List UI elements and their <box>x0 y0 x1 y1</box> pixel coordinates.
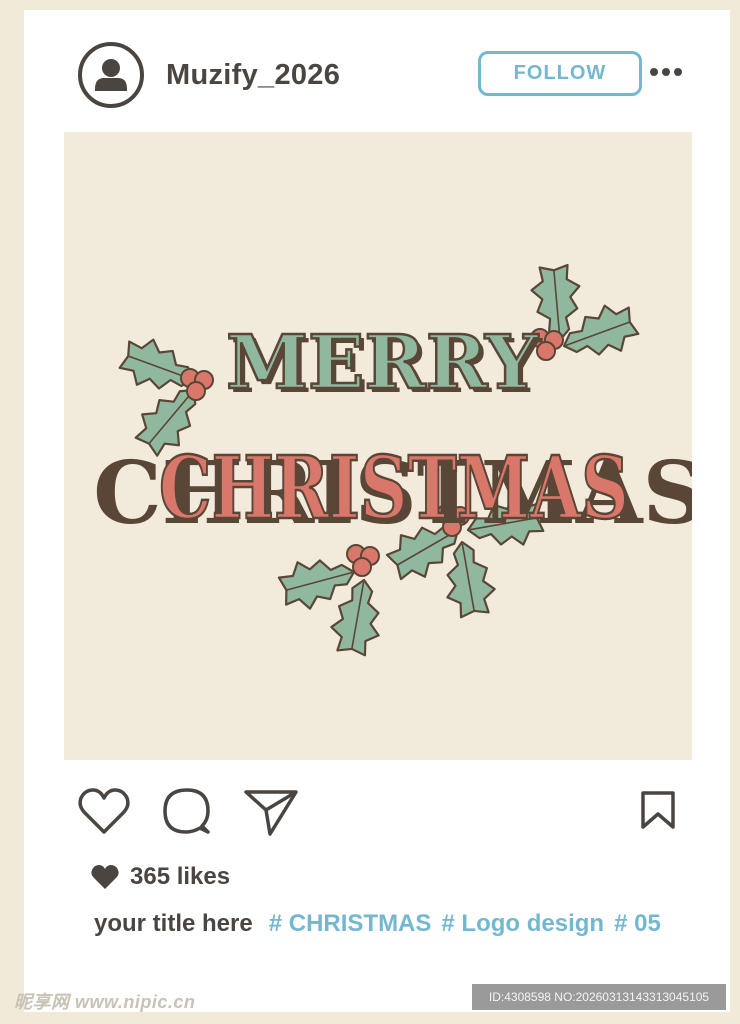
merry-christmas-artwork: MERRY MERRY CHRISTMAS CHRISTMAS <box>93 263 692 659</box>
likes-count[interactable]: 365 likes <box>130 863 230 891</box>
hashtag-logo-design[interactable]: # Logo design <box>441 910 604 938</box>
post-card: Muzify_2026 FOLLOW MERRY MERRY CHRISTMAS… <box>24 10 730 1012</box>
comment-icon[interactable] <box>162 786 212 836</box>
caption: your title here # CHRISTMAS # Logo desig… <box>94 910 671 944</box>
more-options-icon[interactable] <box>650 65 682 79</box>
caption-title: your title here <box>94 910 253 937</box>
user-avatar-icon <box>95 59 127 91</box>
site-watermark: 昵享网 www.nipic.cn <box>14 992 196 1012</box>
holly-top-right <box>528 263 643 370</box>
likes-row: 365 likes <box>90 862 230 892</box>
avatar[interactable] <box>78 42 144 108</box>
artwork-line1: MERRY <box>226 320 539 406</box>
post-image: MERRY MERRY CHRISTMAS CHRISTMAS <box>64 132 692 760</box>
heart-filled-icon <box>90 864 120 890</box>
heart-icon[interactable] <box>78 788 130 836</box>
send-icon[interactable] <box>244 788 298 836</box>
follow-button[interactable]: FOLLOW <box>478 51 642 96</box>
artwork-line2: CHRISTMAS <box>159 438 629 539</box>
hashtag-05[interactable]: # 05 <box>614 910 661 938</box>
image-id-watermark: ID:4308598 NO:20260313143313045105 <box>472 984 726 1010</box>
hashtag-christmas[interactable]: # CHRISTMAS <box>269 910 432 938</box>
bookmark-icon[interactable] <box>640 790 676 830</box>
username[interactable]: Muzify_2026 <box>166 59 340 92</box>
